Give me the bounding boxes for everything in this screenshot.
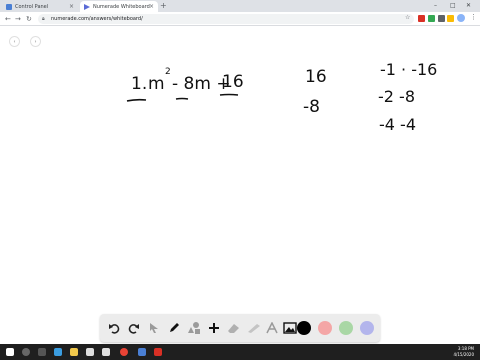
- image-icon[interactable]: [282, 320, 298, 336]
- windows-taskbar: 3:18 PM 4/15/2020: [0, 344, 480, 360]
- shapes-icon[interactable]: [186, 320, 202, 336]
- factor-pair-2: -2 -8: [378, 87, 415, 106]
- line-tool-icon[interactable]: [246, 320, 262, 336]
- text-tool-icon[interactable]: [264, 320, 280, 336]
- search-icon[interactable]: [22, 348, 30, 356]
- edge-icon[interactable]: [54, 348, 62, 356]
- color-swatch-green[interactable]: [339, 321, 353, 335]
- start-button[interactable]: [6, 348, 14, 356]
- chrome-icon[interactable]: [120, 348, 128, 356]
- task-view-icon[interactable]: [38, 348, 46, 356]
- color-swatch-pink[interactable]: [318, 321, 332, 335]
- color-swatch-lavender[interactable]: [360, 321, 374, 335]
- color-swatch-black[interactable]: [297, 321, 311, 335]
- plus-icon[interactable]: [206, 320, 222, 336]
- clock-date: 4/15/2020: [453, 352, 474, 357]
- product-value: 16: [305, 67, 327, 87]
- taskbar-clock[interactable]: 3:18 PM 4/15/2020: [453, 346, 474, 358]
- mail-icon[interactable]: [102, 348, 110, 356]
- select-pointer-icon[interactable]: [146, 320, 162, 336]
- drawing-toolbar: [100, 314, 380, 342]
- undo-icon[interactable]: [106, 320, 122, 336]
- file-explorer-icon[interactable]: [70, 348, 78, 356]
- app-icon[interactable]: [138, 348, 146, 356]
- pen-icon[interactable]: [166, 320, 182, 336]
- factor-pair-1: -1 · -16: [380, 60, 438, 79]
- factor-pair-3: -4 -4: [379, 115, 416, 134]
- eraser-icon[interactable]: [226, 320, 242, 336]
- store-icon[interactable]: [86, 348, 94, 356]
- redo-icon[interactable]: [126, 320, 142, 336]
- sum-value: -8: [303, 97, 320, 117]
- app-icon[interactable]: [154, 348, 162, 356]
- underline-strokes: [126, 93, 239, 102]
